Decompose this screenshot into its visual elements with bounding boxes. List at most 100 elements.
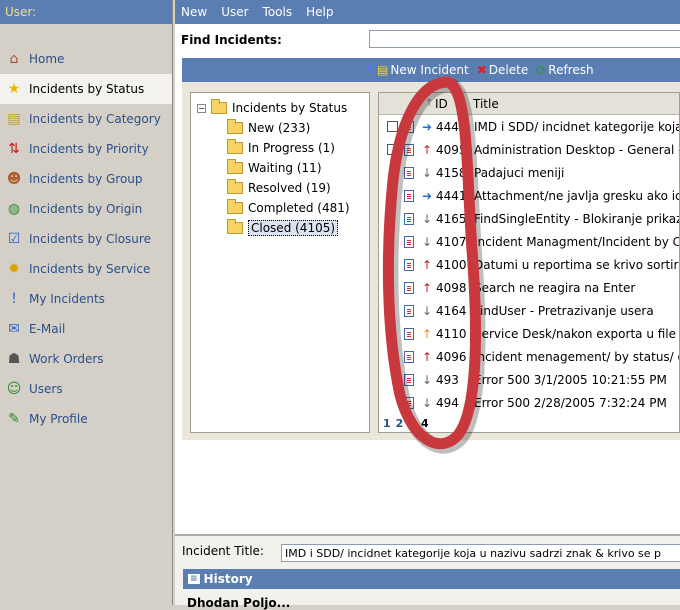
menu-help[interactable]: Help: [306, 5, 333, 19]
tree-node-label: In Progress (1): [248, 141, 335, 155]
priority-arrow-icon: ➜: [421, 188, 433, 203]
table-row[interactable]: ↓ 494 Error 500 2/28/2005 7:32:24 PM: [379, 391, 679, 414]
grid-header: ↑ ID Title: [379, 93, 679, 115]
row-id: 4096: [436, 349, 467, 364]
priority-arrow-icon: ↑: [421, 326, 433, 341]
sidebar-item-incidents-by-service[interactable]: ✹ Incidents by Service: [0, 254, 172, 284]
priority-arrow-icon: ↑: [421, 257, 433, 272]
sidebar-item-home[interactable]: ⌂ Home: [0, 44, 172, 74]
table-row[interactable]: ➜ 444 IMD i SDD/ incidnet kategorije koja: [379, 115, 679, 138]
document-icon: [404, 258, 414, 271]
table-row[interactable]: ↑ 4098 Search ne reagira na Enter: [379, 276, 679, 299]
checkbox-icon: ☑: [7, 231, 21, 247]
table-row[interactable]: ↓ 4158 Padajuci meniji: [379, 161, 679, 184]
document-icon: [404, 120, 414, 133]
row-checkbox[interactable]: [387, 144, 398, 155]
history-header[interactable]: ≡ History: [183, 569, 680, 589]
sidebar-item-label: Incidents by Service: [29, 262, 151, 276]
sidebar-item-work-orders[interactable]: ☗ Work Orders: [0, 344, 172, 374]
document-icon: [404, 350, 414, 363]
sidebar-item-label: E-Mail: [29, 322, 66, 336]
tree-node[interactable]: Closed (4105): [197, 218, 369, 238]
row-id: 493: [436, 372, 459, 387]
row-title: Attachment/ne javlja gresku ako ide: [474, 188, 680, 203]
star-icon: ★: [7, 81, 21, 97]
row-title: Error 500 3/1/2005 10:21:55 PM: [474, 372, 667, 387]
sidebar-item-e-mail[interactable]: ✉ E-Mail: [0, 314, 172, 344]
sidebar-item-incidents-by-origin[interactable]: ◍ Incidents by Origin: [0, 194, 172, 224]
incident-title-input[interactable]: [281, 544, 680, 562]
tree-node[interactable]: Completed (481): [197, 198, 369, 218]
page-link[interactable]: 1: [383, 417, 391, 430]
new-document-icon: ▤: [377, 63, 389, 77]
table-row[interactable]: ↑ 4096 incident menagement/ by status/ otv: [379, 345, 679, 368]
history-body: Dhodan Poljo...: [187, 596, 291, 610]
new-incident-button[interactable]: ▤ New Incident: [377, 63, 469, 77]
document-icon: [404, 212, 414, 225]
incident-detail: Incident Title: ≡History Dhodan Poljo...: [175, 534, 680, 610]
document-icon: [404, 235, 414, 248]
tree-node-label: New (233): [248, 121, 311, 135]
row-checkbox[interactable]: [387, 121, 398, 132]
table-row[interactable]: ➜ 4441 Attachment/ne javlja gresku ako ide: [379, 184, 679, 207]
collapse-icon[interactable]: −: [197, 103, 206, 113]
tree-node[interactable]: Resolved (19): [197, 178, 369, 198]
tree-node-label: Closed (4105): [248, 220, 339, 236]
sidebar-item-incidents-by-status[interactable]: ★ Incidents by Status: [0, 74, 172, 104]
sidebar-item-incidents-by-closure[interactable]: ☑ Incidents by Closure: [0, 224, 172, 254]
table-row[interactable]: ↑ 4095 Administration Desktop - General - …: [379, 138, 679, 161]
folder-icon: [227, 159, 243, 174]
document-icon: [404, 166, 414, 179]
refresh-icon: ⟳: [536, 63, 547, 77]
row-title: IMD i SDD/ incidnet kategorije koja: [474, 119, 680, 134]
sidebar-item-my-incidents[interactable]: ! My Incidents: [0, 284, 172, 314]
menu-user[interactable]: User: [221, 5, 248, 19]
sidebar-item-users[interactable]: ☺ Users: [0, 374, 172, 404]
sidebar-item-label: My Incidents: [29, 292, 105, 306]
menu-new[interactable]: New: [181, 5, 207, 19]
row-id: 4100: [436, 257, 467, 272]
priority-arrow-icon: ↑: [421, 142, 433, 157]
folder-icon: [227, 179, 243, 194]
sidebar-item-incidents-by-group[interactable]: ☻ Incidents by Group: [0, 164, 172, 194]
globe-icon: ◍: [7, 201, 21, 217]
delete-button[interactable]: ✖ Delete: [477, 63, 529, 77]
page-link[interactable]: 3: [408, 417, 416, 430]
menu-tools[interactable]: Tools: [263, 5, 293, 19]
sidebar-item-incidents-by-category[interactable]: ▤ Incidents by Category: [0, 104, 172, 134]
home-icon: ⌂: [9, 51, 19, 67]
sidebar-header: User:: [0, 0, 172, 24]
refresh-button[interactable]: ⟳ Refresh: [536, 63, 593, 77]
column-id[interactable]: ID: [435, 97, 473, 111]
table-row[interactable]: ↓ 4164 FindUser - Pretrazivanje usera: [379, 299, 679, 322]
grid-rows: ➜ 444 IMD i SDD/ incidnet kategorije koja ↑…: [379, 115, 679, 414]
tree-node[interactable]: In Progress (1): [197, 138, 369, 158]
sidebar-item-my-profile[interactable]: ✎ My Profile: [0, 404, 172, 434]
table-row[interactable]: ↑ 4100 Datumi u reportima se krivo sortira…: [379, 253, 679, 276]
priority-arrow-icon: ↓: [421, 395, 433, 410]
column-title[interactable]: Title: [473, 97, 499, 111]
row-title: Datumi u reportima se krivo sortiraj: [474, 257, 680, 272]
row-title: Search ne reagira na Enter: [474, 280, 636, 295]
sidebar-item-incidents-by-priority[interactable]: ⇅ Incidents by Priority: [0, 134, 172, 164]
table-row[interactable]: ↓ 4165 FindSingleEntity - Blokiranje prika…: [379, 207, 679, 230]
document-icon: [404, 304, 414, 317]
exclamation-icon: !: [11, 291, 17, 307]
worker-icon: ☗: [7, 351, 21, 367]
tree-root[interactable]: − Incidents by Status: [197, 98, 369, 118]
row-id: 4158: [436, 165, 467, 180]
table-row[interactable]: ↓ 4107 Incident Managment/Incident by Clo: [379, 230, 679, 253]
tree-node[interactable]: New (233): [197, 118, 369, 138]
sidebar-item-label: Incidents by Status: [29, 82, 145, 96]
find-input[interactable]: [369, 30, 680, 48]
tree-root-label: Incidents by Status: [232, 101, 348, 115]
sidebar: User: ⌂ Home ★ Incidents by Status ▤ Incident…: [0, 0, 173, 605]
page-link[interactable]: 4: [421, 417, 429, 430]
table-row[interactable]: ↓ 493 Error 500 3/1/2005 10:21:55 PM: [379, 368, 679, 391]
tree-node[interactable]: Waiting (11): [197, 158, 369, 178]
sidebar-item-label: Home: [29, 52, 65, 66]
page-link[interactable]: 2: [396, 417, 404, 430]
table-row[interactable]: ↑ 4110 Service Desk/nakon exporta u file n: [379, 322, 679, 345]
row-id: 444: [436, 119, 459, 134]
row-title: FindUser - Pretrazivanje usera: [474, 303, 654, 318]
